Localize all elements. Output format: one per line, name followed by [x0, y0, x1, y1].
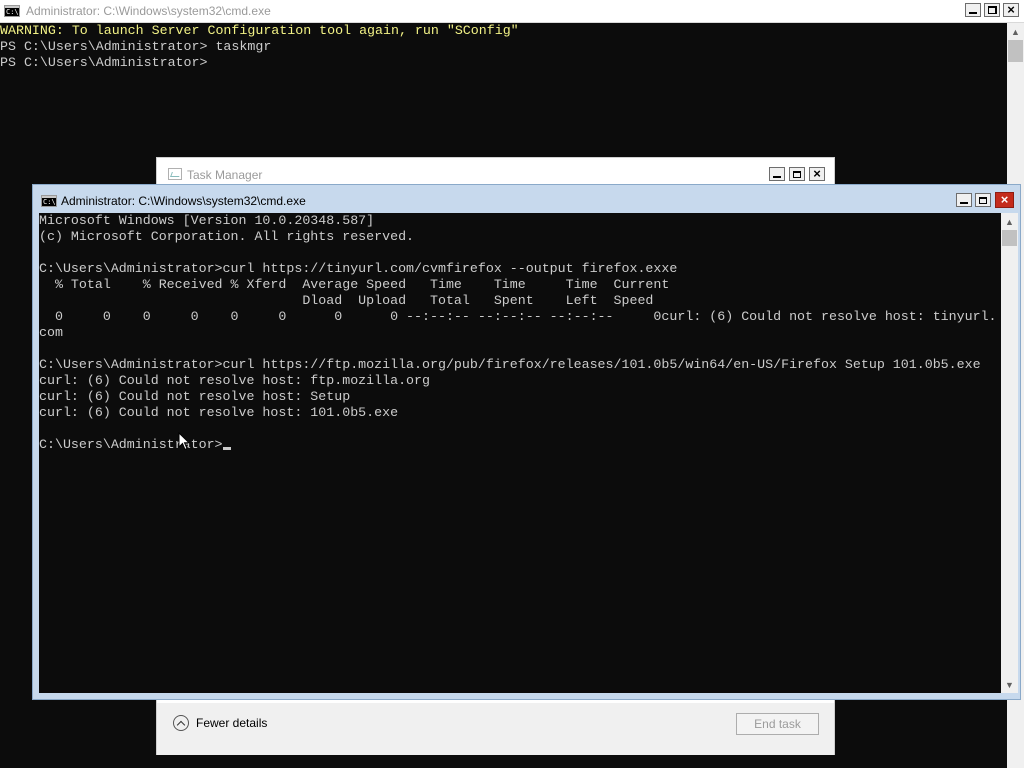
fewer-details-toggle[interactable]: Fewer details [173, 715, 267, 731]
window-title: Administrator: C:\Windows\system32\cmd.e… [61, 194, 306, 208]
close-icon: × [1007, 2, 1015, 17]
cmd-icon: C:\ [41, 195, 57, 207]
command-prompt: C:\Users\Administrator> [39, 437, 223, 452]
cmd-console-output[interactable]: Microsoft Windows [Version 10.0.20348.58… [39, 213, 1001, 693]
console-line: curl: (6) Could not resolve host: ftp.mo… [39, 373, 430, 388]
console-line: PS C:\Users\Administrator> taskmgr [0, 39, 272, 54]
console-line: Microsoft Windows [Version 10.0.20348.58… [39, 213, 375, 228]
close-icon: × [813, 166, 821, 181]
fewer-details-label: Fewer details [196, 716, 268, 730]
task-manager-maximize-button[interactable] [789, 167, 805, 181]
task-manager-minimize-button[interactable] [769, 167, 785, 181]
minimize-icon [969, 12, 977, 14]
close-icon: × [1000, 192, 1009, 207]
console-line: PS C:\Users\Administrator> [0, 55, 208, 70]
cmd-scrollbar[interactable]: ▲ ▼ [1001, 213, 1018, 693]
minimize-button[interactable] [965, 3, 981, 17]
console-line: curl: (6) Could not resolve host: 101.0b… [39, 405, 399, 420]
background-console-titlebar[interactable]: C:\ Administrator: C:\Windows\system32\c… [0, 0, 1024, 23]
task-manager-title: Task Manager [187, 168, 263, 182]
task-manager-footer: Fewer details End task [157, 703, 834, 755]
close-button[interactable]: × [1003, 3, 1019, 17]
console-line: % Total % Received % Xferd Average Speed… [39, 277, 670, 292]
scroll-up-arrow-icon[interactable]: ▲ [1001, 213, 1018, 230]
console-line: com [39, 325, 63, 340]
console-line: C:\Users\Administrator>curl https://tiny… [39, 261, 678, 276]
mouse-pointer-icon [178, 432, 190, 451]
console-line: curl: (6) Could not resolve host: Setup [39, 389, 351, 404]
end-task-button[interactable]: End task [736, 713, 819, 735]
console-line: (c) Microsoft Corporation. All rights re… [39, 229, 415, 244]
text-cursor [222, 447, 231, 450]
console-line: 0 0 0 0 0 0 0 0 --:--:-- --:--:-- --:--:… [39, 309, 997, 324]
task-manager-icon [168, 168, 182, 180]
cmd-icon: C:\ [4, 5, 20, 17]
minimize-button[interactable] [956, 193, 972, 207]
task-manager-close-button[interactable]: × [809, 167, 825, 181]
minimize-icon [960, 202, 968, 204]
console-line: WARNING: To launch Server Configuration … [0, 23, 519, 38]
maximize-icon [979, 196, 987, 204]
cmd-titlebar[interactable]: C:\ Administrator: C:\Windows\system32\c… [33, 185, 1020, 214]
console-line: C:\Users\Administrator>curl https://ftp.… [39, 357, 981, 372]
scrollbar-thumb[interactable] [1008, 40, 1023, 62]
maximize-icon [793, 170, 801, 178]
maximize-button[interactable] [975, 193, 991, 207]
chevron-up-icon [173, 715, 189, 731]
close-button[interactable]: × [995, 192, 1014, 208]
restore-icon [987, 6, 997, 14]
scrollbar-thumb[interactable] [1002, 230, 1017, 246]
window-title: Administrator: C:\Windows\system32\cmd.e… [26, 4, 271, 18]
restore-button[interactable] [984, 3, 1000, 17]
minimize-icon [773, 176, 781, 178]
scroll-down-arrow-icon[interactable]: ▼ [1001, 676, 1018, 693]
scroll-up-arrow-icon[interactable]: ▲ [1007, 23, 1024, 40]
console-line: Dload Upload Total Spent Left Speed [39, 293, 654, 308]
